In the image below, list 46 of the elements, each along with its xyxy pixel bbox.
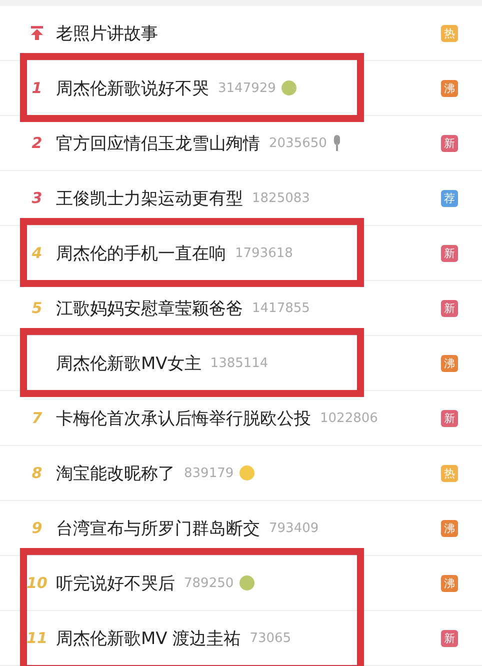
topic-title[interactable]: 淘宝能改昵称了	[56, 462, 175, 484]
rank-number: 1	[30, 79, 44, 97]
topic-badge: 沸	[441, 574, 458, 592]
rank-number: 9	[30, 519, 44, 537]
topic-badge: 沸	[441, 520, 458, 536]
topic-badge: 新	[441, 630, 458, 646]
rank-number: 3	[30, 189, 44, 207]
topic-badge: 新	[441, 244, 458, 262]
rank-number: 7	[30, 409, 44, 427]
topic-badge: 新	[441, 134, 458, 152]
topic-title[interactable]: 王俊凯士力架运动更有型	[56, 186, 243, 210]
rank-number: 10	[26, 574, 48, 592]
topic-title[interactable]: 听完说好不哭后	[56, 572, 175, 594]
topic-title[interactable]: 官方回应情侣玉龙雪山殉情	[56, 132, 260, 154]
topic-badge: 热	[441, 464, 458, 482]
topic-badge: 荐	[441, 190, 458, 206]
topic-title[interactable]: 老照片讲故事	[56, 22, 158, 44]
pin-to-top-icon	[30, 26, 44, 40]
topic-title[interactable]: 周杰伦新歌MV 渡边圭祐	[56, 626, 241, 650]
heat-count: 1793618	[235, 246, 293, 260]
topic-badge: 沸	[441, 354, 458, 372]
heat-count: 793409	[269, 520, 319, 536]
topic-title[interactable]: 卡梅伦首次承认后悔举行脱欧公投	[56, 406, 311, 430]
rank-number: 2	[30, 134, 44, 152]
topic-title[interactable]: 周杰伦的手机一直在响	[56, 242, 226, 264]
heat-count: 1385114	[210, 356, 268, 370]
topic-title[interactable]: 周杰伦新歌MV女主	[56, 352, 202, 374]
topic-badge: 热	[441, 24, 458, 42]
heat-count: 73065	[250, 630, 292, 646]
heat-count: 2035650	[269, 136, 327, 150]
topic-title[interactable]: 台湾宣布与所罗门群岛断交	[56, 516, 260, 540]
topic-title[interactable]: 江歌妈妈安慰章莹颖爸爸	[56, 296, 243, 320]
heat-count: 1417855	[252, 300, 310, 316]
topic-badge: 沸	[441, 80, 458, 96]
rank-number: 8	[30, 464, 44, 482]
heat-count: 839179	[184, 466, 234, 480]
heat-count: 1825083	[252, 190, 310, 206]
rank-number: 5	[30, 299, 44, 317]
topic-badge: 新	[441, 300, 458, 316]
rank-number: 11	[26, 629, 48, 647]
rank-number: 4	[30, 244, 44, 262]
heat-count: 3147929	[218, 80, 276, 96]
heat-count: 789250	[184, 576, 234, 590]
heat-count: 1022806	[320, 410, 378, 426]
topic-badge: 新	[441, 410, 458, 426]
topic-title[interactable]: 周杰伦新歌说好不哭	[56, 76, 209, 100]
